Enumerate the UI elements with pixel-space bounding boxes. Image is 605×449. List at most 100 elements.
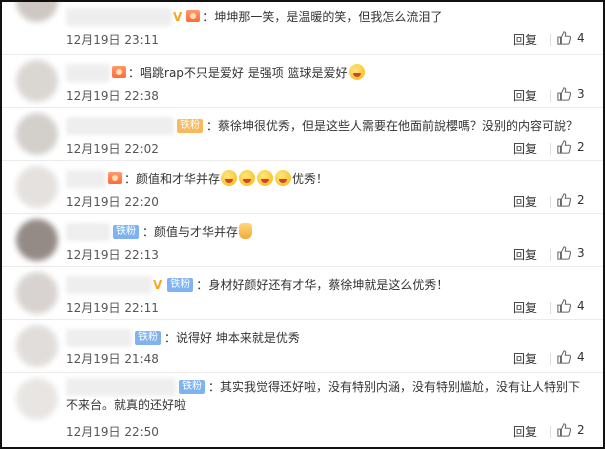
username[interactable] (66, 378, 176, 396)
thumbs-up-icon (557, 193, 571, 207)
reply-button[interactable]: 回复 (513, 423, 537, 440)
comment-list: V ：坤坤那一笑，是温暖的笑，但我怎么流泪了 12月19日 23:11 回复 4 … (0, 0, 605, 449)
colon: ： (208, 380, 221, 394)
comment-meta: 12月19日 22:50 回复 2 (66, 423, 585, 441)
like-button[interactable]: 2 (557, 140, 585, 154)
divider (550, 249, 551, 261)
laughing-emoji-icon (348, 64, 365, 80)
avatar[interactable] (16, 113, 58, 155)
divider (550, 196, 551, 208)
thumbs-up-icon (557, 140, 571, 154)
level-icon (186, 10, 201, 22)
fan-badge: 铁粉 (167, 278, 194, 292)
like-count: 4 (577, 31, 585, 45)
reply-button[interactable]: 回复 (513, 350, 537, 367)
like-button[interactable]: 3 (557, 87, 585, 101)
comment-text: 颜值和才华并存 (136, 172, 221, 186)
fan-badge: 铁粉 (179, 380, 205, 394)
like-button[interactable]: 4 (557, 299, 585, 313)
timestamp: 12月19日 22:20 (66, 195, 159, 209)
thumbs-up-emoji-icon (239, 223, 253, 239)
divider (550, 90, 551, 102)
username[interactable] (66, 170, 106, 188)
timestamp: 12月19日 22:50 (66, 425, 159, 439)
comment-text: 身材好颜好还有才华，蔡徐坤就是这么优秀！ (208, 278, 449, 292)
divider (550, 353, 551, 365)
avatar[interactable] (16, 2, 58, 22)
colon: ： (142, 225, 155, 239)
comment-item: 铁粉 ：说得好 坤本来就是优秀 12月19日 21:48 回复 4 (2, 319, 603, 373)
like-button[interactable]: 2 (557, 193, 585, 207)
avatar[interactable] (16, 378, 58, 420)
comment-text: 唱跳rap不只是爱好 是强项 篮球是爱好 (140, 66, 348, 80)
reply-button[interactable]: 回复 (513, 246, 537, 263)
like-button[interactable]: 4 (557, 350, 585, 364)
timestamp: 12月19日 22:13 (66, 248, 159, 262)
divider (550, 34, 551, 46)
like-button[interactable]: 4 (557, 31, 585, 45)
comment-item: 铁粉 ：蔡徐坤很优秀，但是这些人需要在他面前說櫻嗎？没别的内容可說？ 12月19日… (2, 107, 603, 161)
thumbs-up-icon (557, 246, 571, 260)
avatar[interactable] (16, 325, 58, 367)
vip-v-icon: V (173, 10, 183, 24)
divider (550, 302, 551, 314)
like-count: 3 (577, 246, 585, 260)
level-icon (112, 66, 126, 78)
timestamp: 12月19日 21:48 (66, 352, 159, 366)
colon: ： (164, 331, 177, 345)
username[interactable] (66, 8, 172, 26)
timestamp: 12月19日 22:02 (66, 142, 159, 156)
comment-text: 蔡徐坤很优秀，但是这些人需要在他面前說櫻嗎？没别的内容可說？ (218, 119, 579, 133)
like-count: 4 (577, 350, 585, 364)
avatar[interactable] (16, 219, 58, 261)
avatar[interactable] (16, 166, 58, 208)
fan-badge: 铁粉 (113, 225, 139, 239)
like-button[interactable]: 3 (557, 246, 585, 260)
comment-meta: 12月19日 22:11 回复 4 (66, 299, 585, 317)
laughing-emoji-icon (257, 170, 274, 186)
level-icon (108, 172, 122, 184)
colon: ： (206, 119, 219, 133)
fan-badge: 铁粉 (135, 331, 161, 345)
thumbs-up-icon (557, 299, 571, 313)
divider (550, 143, 551, 155)
thumbs-up-icon (557, 87, 571, 101)
reply-button[interactable]: 回复 (513, 31, 537, 48)
avatar[interactable] (16, 60, 58, 102)
comment-item: ：颜值和才华并存 优秀！ 12月19日 22:20 回复 2 (2, 160, 603, 214)
timestamp: 12月19日 23:11 (66, 33, 159, 47)
username[interactable] (66, 223, 110, 241)
comment-meta: 12月19日 21:48 回复 4 (66, 350, 585, 368)
colon: ： (196, 278, 209, 292)
username[interactable] (66, 64, 110, 82)
comment-meta: 12月19日 23:11 回复 4 (66, 31, 585, 49)
comment-item: V 铁粉 ：身材好颜好还有才华，蔡徐坤就是这么优秀！ 12月19日 22:11 回复… (2, 266, 603, 320)
comment-meta: 12月19日 22:02 回复 2 (66, 140, 585, 158)
comment-item: 铁粉 ：其实我觉得还好啦，没有特别内涵，没有特别尴尬，没有让人特别下不来台。就真的… (2, 372, 603, 447)
reply-button[interactable]: 回复 (513, 87, 537, 104)
like-count: 2 (577, 423, 585, 437)
like-count: 2 (577, 140, 585, 154)
reply-button[interactable]: 回复 (513, 140, 537, 157)
thumbs-up-icon (557, 350, 571, 364)
vip-v-icon: V (153, 278, 163, 292)
reply-button[interactable]: 回复 (513, 299, 537, 316)
username[interactable] (66, 117, 174, 135)
laughing-emoji-icon (221, 170, 238, 186)
username[interactable] (66, 329, 132, 347)
reply-button[interactable]: 回复 (513, 193, 537, 210)
fan-badge: 铁粉 (177, 119, 203, 133)
comment-text-suffix: 优秀！ (292, 172, 329, 186)
comment-text: 说得好 坤本来就是优秀 (176, 331, 300, 345)
divider (550, 426, 551, 438)
comment-text: 坤坤那一笑，是温暖的笑，但我怎么流泪了 (214, 10, 443, 24)
like-count: 2 (577, 193, 585, 207)
username[interactable] (66, 276, 152, 294)
comment-meta: 12月19日 22:13 回复 3 (66, 246, 585, 264)
comment-item: 铁粉 ：颜值与才华并存 12月19日 22:13 回复 3 (2, 213, 603, 267)
colon: ： (202, 10, 215, 24)
timestamp: 12月19日 22:11 (66, 301, 159, 315)
like-button[interactable]: 2 (557, 423, 585, 437)
avatar[interactable] (16, 272, 58, 314)
like-count: 4 (577, 299, 585, 313)
